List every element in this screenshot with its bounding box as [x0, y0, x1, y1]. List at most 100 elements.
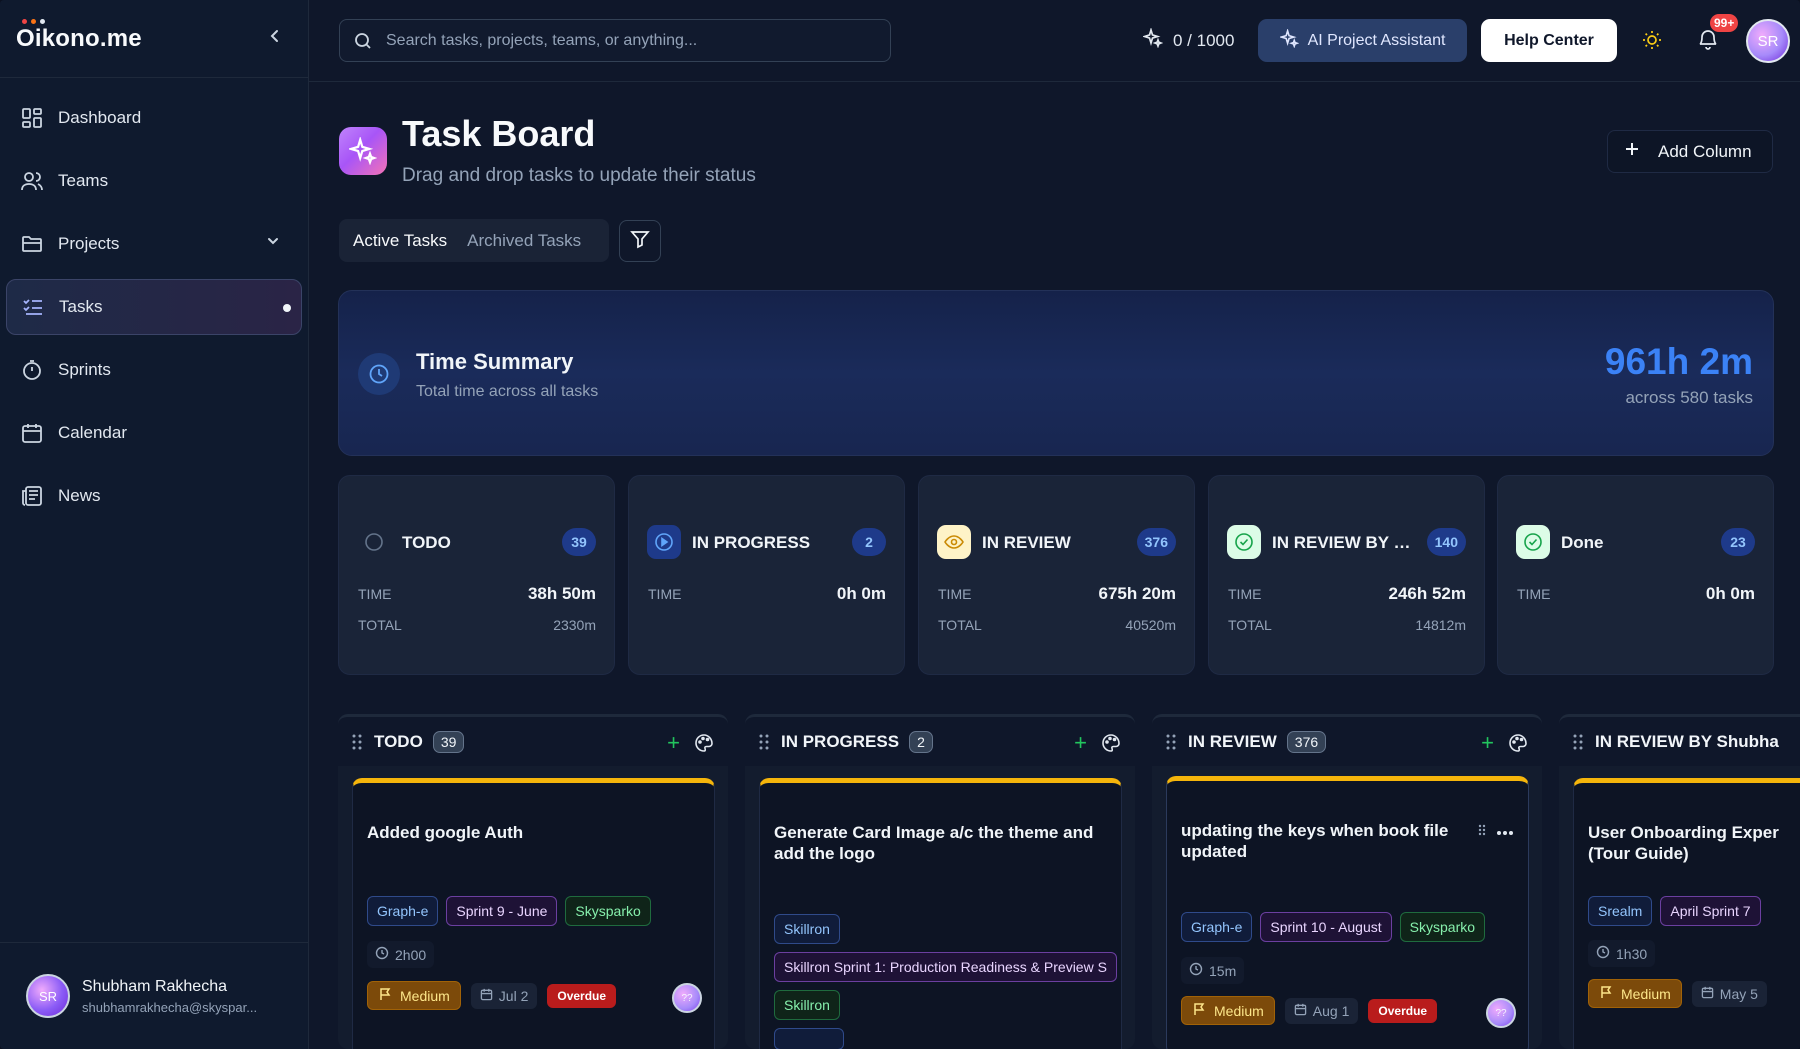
summary-title: Time Summary: [416, 349, 574, 374]
tab-active-tasks[interactable]: Active Tasks: [343, 223, 457, 258]
sprint-tag[interactable]: Sprint 9 - June: [446, 896, 558, 926]
bell-icon[interactable]: [1697, 28, 1719, 55]
drag-handle-icon[interactable]: [1166, 734, 1176, 750]
filter-button[interactable]: [619, 220, 661, 262]
project-tag-partial[interactable]: [774, 1028, 844, 1049]
due-date[interactable]: Aug 1: [1284, 997, 1359, 1024]
task-tabs: Active Tasks Archived Tasks: [339, 219, 609, 262]
column-count: 2: [909, 730, 933, 753]
stat-count-badge: 39: [562, 528, 596, 556]
task-card[interactable]: Generate Card Image a/c the theme and ad…: [759, 778, 1122, 1049]
column-header[interactable]: IN REVIEW 376 +: [1152, 714, 1542, 766]
chevron-down-icon[interactable]: [266, 233, 280, 253]
sprint-tag[interactable]: April Sprint 7: [1660, 896, 1761, 926]
clock-icon: [358, 353, 400, 395]
board-column-todo: TODO 39 + Added google Auth Graph-e Spri…: [338, 714, 728, 1049]
column-body: Added google Auth Graph-e Sprint 9 - Jun…: [338, 766, 728, 1049]
project-tag[interactable]: Graph-e: [367, 896, 439, 926]
palette-icon[interactable]: [1101, 733, 1121, 753]
sidebar-item-projects[interactable]: Projects: [6, 216, 302, 272]
drag-handle-icon[interactable]: [759, 734, 769, 750]
check-circle-icon: [1516, 525, 1550, 559]
sidebar-item-news[interactable]: News: [6, 468, 302, 524]
task-card[interactable]: Added google Auth Graph-e Sprint 9 - Jun…: [352, 778, 715, 1049]
priority-label: Medium: [400, 987, 450, 1004]
due-date[interactable]: May 5: [1691, 980, 1767, 1007]
drag-handle-icon[interactable]: [1478, 823, 1486, 841]
team-tag[interactable]: Skysparko: [565, 896, 651, 926]
sprint-tag[interactable]: Skillron Sprint 1: Production Readiness …: [774, 952, 1117, 982]
palette-icon[interactable]: [1508, 733, 1528, 753]
stat-count-badge: 140: [1426, 528, 1466, 556]
task-meta: Medium May 5: [1588, 979, 1767, 1008]
app-logo[interactable]: Oikono.me: [16, 18, 142, 53]
palette-icon[interactable]: [694, 733, 714, 753]
column-header[interactable]: IN PROGRESS 2 +: [745, 714, 1135, 766]
column-header[interactable]: IN REVIEW BY Shubha: [1559, 714, 1800, 766]
due-date-label: Jul 2: [498, 987, 529, 1004]
avatar: SR: [26, 974, 70, 1018]
priority-label: Medium: [1621, 985, 1671, 1002]
drag-handle-icon[interactable]: [1573, 734, 1583, 750]
collapse-sidebar-icon[interactable]: [268, 27, 282, 48]
add-task-plus-icon[interactable]: +: [1481, 732, 1494, 754]
sprint-tag[interactable]: Sprint 10 - August: [1260, 912, 1392, 942]
priority-badge[interactable]: Medium: [1181, 996, 1275, 1025]
task-actions: [1478, 823, 1514, 841]
due-date-label: May 5: [1719, 985, 1758, 1002]
task-card[interactable]: updating the keys when book file updated…: [1166, 776, 1529, 1049]
ai-assistant-button[interactable]: AI Project Assistant: [1258, 19, 1467, 62]
theme-toggle-sun-icon[interactable]: [1641, 29, 1663, 56]
stat-count-badge: 376: [1136, 528, 1176, 556]
more-options-icon[interactable]: [1496, 823, 1514, 841]
column-name: TODO: [374, 731, 423, 751]
summary-task-count: across 580 tasks: [1625, 388, 1753, 407]
team-tag[interactable]: Skysparko: [1399, 912, 1486, 942]
sidebar-item-dashboard[interactable]: Dashboard: [6, 90, 302, 146]
assignee-avatar[interactable]: ??: [1486, 998, 1516, 1028]
stat-total-label: TOTAL: [938, 617, 982, 633]
help-center-button[interactable]: Help Center: [1481, 19, 1617, 62]
task-card[interactable]: User Onboarding Exper (Tour Guide) Sreal…: [1573, 778, 1800, 1049]
stat-time-label: TIME: [358, 586, 392, 602]
add-task-plus-icon[interactable]: +: [1074, 732, 1087, 754]
folder-icon: [20, 232, 44, 256]
sidebar-item-label: Projects: [58, 234, 120, 253]
sidebar-item-teams[interactable]: Teams: [6, 153, 302, 209]
calendar-icon: [1294, 1003, 1307, 1019]
stat-total-value: 14812m: [1415, 617, 1466, 633]
user-avatar[interactable]: SR: [1746, 19, 1790, 63]
timer-icon: [20, 358, 44, 382]
project-tag[interactable]: Graph-e: [1181, 912, 1253, 942]
drag-handle-icon[interactable]: [352, 734, 362, 750]
sidebar-item-sprints[interactable]: Sprints: [6, 342, 302, 398]
user-profile[interactable]: SR Shubham Rakhecha shubhamrakhecha@skys…: [0, 942, 308, 1049]
clock-icon: [375, 946, 389, 963]
add-task-plus-icon[interactable]: +: [667, 732, 680, 754]
due-date[interactable]: Jul 2: [470, 982, 538, 1009]
project-tag[interactable]: Srealm: [1588, 896, 1653, 926]
stat-count-badge: 2: [852, 528, 886, 556]
priority-badge[interactable]: Medium: [1588, 979, 1682, 1008]
sidebar-item-calendar[interactable]: Calendar: [6, 405, 302, 461]
stat-time-value: 675h 20m: [1098, 584, 1177, 603]
team-tag[interactable]: Skillron: [774, 990, 840, 1020]
assignee-avatar[interactable]: ??: [672, 983, 702, 1013]
column-count: 376: [1286, 730, 1327, 753]
add-column-button[interactable]: Add Column: [1607, 130, 1773, 173]
stat-time-value: 246h 52m: [1388, 584, 1467, 603]
sidebar-item-tasks[interactable]: Tasks: [6, 279, 302, 335]
tab-archived-tasks[interactable]: Archived Tasks: [457, 223, 591, 258]
flag-icon: [378, 987, 392, 1004]
flag-icon: [1192, 1002, 1206, 1019]
column-header[interactable]: TODO 39 +: [338, 714, 728, 766]
time-summary-card: Time Summary Total time across all tasks…: [338, 290, 1774, 456]
priority-badge[interactable]: Medium: [367, 981, 461, 1010]
priority-label: Medium: [1214, 1002, 1264, 1019]
circle-icon: [357, 525, 391, 559]
project-tag[interactable]: Skillron: [774, 914, 840, 944]
estimate-value: 2h00: [395, 946, 427, 963]
task-title: Added google Auth: [367, 823, 524, 842]
search-input[interactable]: Search tasks, projects, teams, or anythi…: [339, 19, 891, 62]
stat-total-label: TOTAL: [358, 617, 402, 633]
